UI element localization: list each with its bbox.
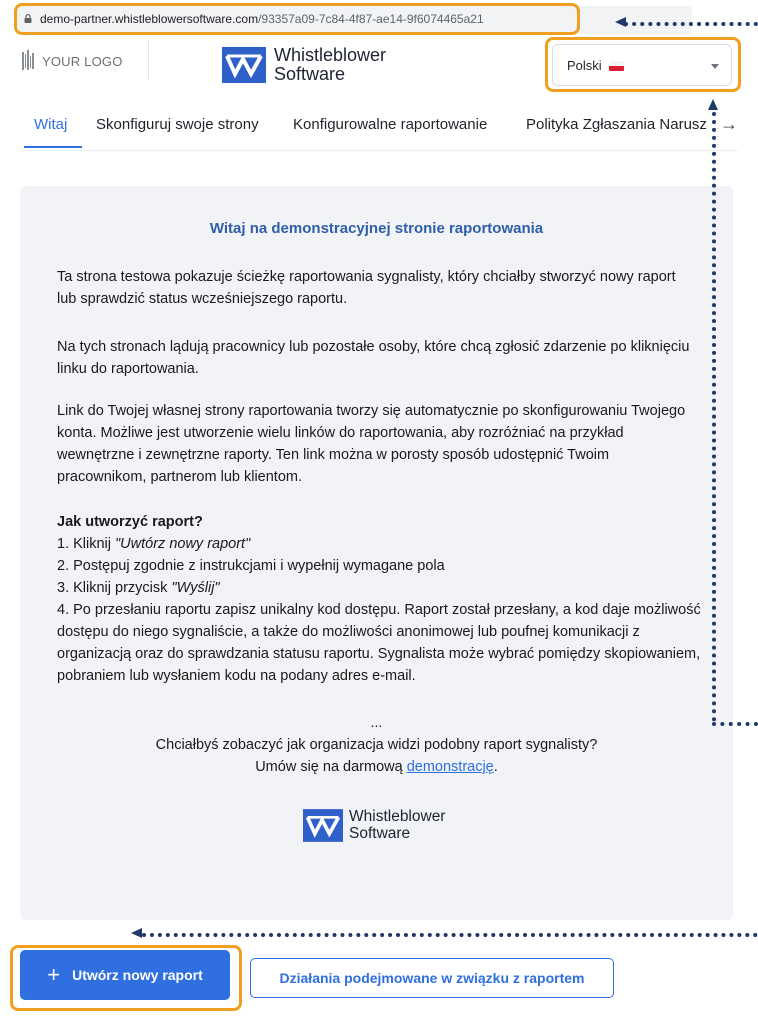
brand-name-line2: Software: [274, 64, 346, 84]
step-1: 1. Kliknij "Uwtórz nowy raport": [57, 533, 707, 555]
intro-paragraph: Ta strona testowa pokazuje ścieżkę rapor…: [57, 269, 676, 307]
lock-icon: [24, 14, 32, 23]
active-tab-indicator: [24, 146, 82, 148]
annotation-dotted-line: [624, 22, 758, 26]
partner-logo: YOUR LOGO: [22, 50, 123, 72]
card-brand-logo: Whistleblower Software: [303, 808, 445, 842]
demo-invite-suffix: .: [493, 759, 498, 775]
ellipsis: ...: [370, 714, 383, 730]
step-3-emphasis: "Wyślij": [171, 580, 220, 596]
tab-configurable-reporting[interactable]: Konfigurowalne raportowanie: [293, 116, 487, 133]
arrow-up-icon: [708, 99, 718, 110]
demo-question: Chciałbyś zobaczyć jak organizacja widzi…: [155, 737, 598, 753]
demo-invite-text: Umów się na darmową: [255, 759, 407, 775]
brand-name: Whistleblower Software: [274, 46, 386, 84]
annotation-dotted-line: [142, 933, 758, 937]
create-report-button[interactable]: + Utwórz nowy raport: [20, 950, 230, 1000]
card-brand-name: Whistleblower Software: [349, 808, 445, 842]
welcome-card: Witaj na demonstracyjnej stronie raporto…: [20, 186, 733, 920]
demo-invite: Umów się na darmową demonstrację.: [20, 756, 733, 778]
tab-bar: Witaj Skonfiguruj swoje strony Konfiguro…: [20, 100, 738, 151]
demo-link[interactable]: demonstrację: [407, 759, 494, 775]
annotation-dotted-line: [712, 722, 758, 726]
how-to-heading: Jak utworzyć raport?: [57, 514, 203, 530]
card-brand-line1: Whistleblower: [349, 808, 446, 825]
tab-configure-pages[interactable]: Skonfiguruj swoje strony: [96, 116, 259, 133]
url-text: demo-partner.whistleblowersoftware.com/9…: [40, 12, 484, 26]
follow-up-button[interactable]: Działania podejmowane w związku z raport…: [250, 958, 614, 998]
site-header: YOUR LOGO Whistleblower Software Polski: [0, 34, 758, 100]
brand-name-line1: Whistleblower: [274, 45, 387, 65]
whistleblower-logo-icon: [222, 47, 266, 83]
arrow-left-icon: [131, 928, 142, 938]
poland-flag-icon: [609, 61, 624, 71]
arrow-left-icon: [615, 17, 626, 27]
how-to-section: Jak utworzyć raport? 1. Kliknij "Uwtórz …: [57, 511, 707, 687]
whistleblower-logo-icon: [303, 808, 343, 842]
url-path: /93357a09-7c84-4f87-ae14-9f6074465a21: [258, 12, 484, 26]
brand-logo: Whistleblower Software: [222, 46, 386, 84]
language-select[interactable]: Polski: [552, 44, 732, 86]
language-label: Polski: [567, 58, 602, 73]
barcode-logo-icon: [22, 50, 34, 70]
tabs-scroll-right-icon[interactable]: →: [720, 114, 738, 135]
landing-paragraph: Na tych stronach lądują pracownicy lub p…: [57, 339, 690, 377]
link-paragraph: Link do Twojej własnej strony raportowan…: [57, 403, 686, 485]
address-bar[interactable]: demo-partner.whistleblowersoftware.com/9…: [16, 6, 692, 34]
step-4: 4. Po przesłaniu raportu zapisz unikalny…: [57, 602, 701, 684]
url-host: demo-partner.whistleblowersoftware.com: [40, 12, 259, 26]
step-3: 3. Kliknij przycisk "Wyślij": [57, 577, 707, 599]
create-report-label: Utwórz nowy raport: [72, 967, 203, 983]
card-brand-line2: Software: [349, 825, 411, 842]
annotation-dotted-line: [712, 112, 716, 722]
step-3-text: 3. Kliknij przycisk: [57, 580, 172, 596]
header-divider: [148, 40, 149, 80]
step-1-emphasis: "Uwtórz nowy raport": [115, 536, 251, 552]
tab-reporting-policy[interactable]: Polityka Zgłaszania Narusz: [526, 116, 720, 133]
step-2: 2. Postępuj zgodnie z instrukcjami i wyp…: [57, 558, 445, 574]
partner-logo-text: YOUR LOGO: [42, 53, 123, 69]
plus-icon: +: [47, 962, 61, 987]
tab-witaj[interactable]: Witaj: [34, 116, 67, 133]
welcome-title: Witaj na demonstracyjnej stronie raporto…: [209, 220, 544, 237]
chevron-down-icon: [711, 64, 719, 69]
step-1-text: 1. Kliknij: [57, 536, 116, 552]
